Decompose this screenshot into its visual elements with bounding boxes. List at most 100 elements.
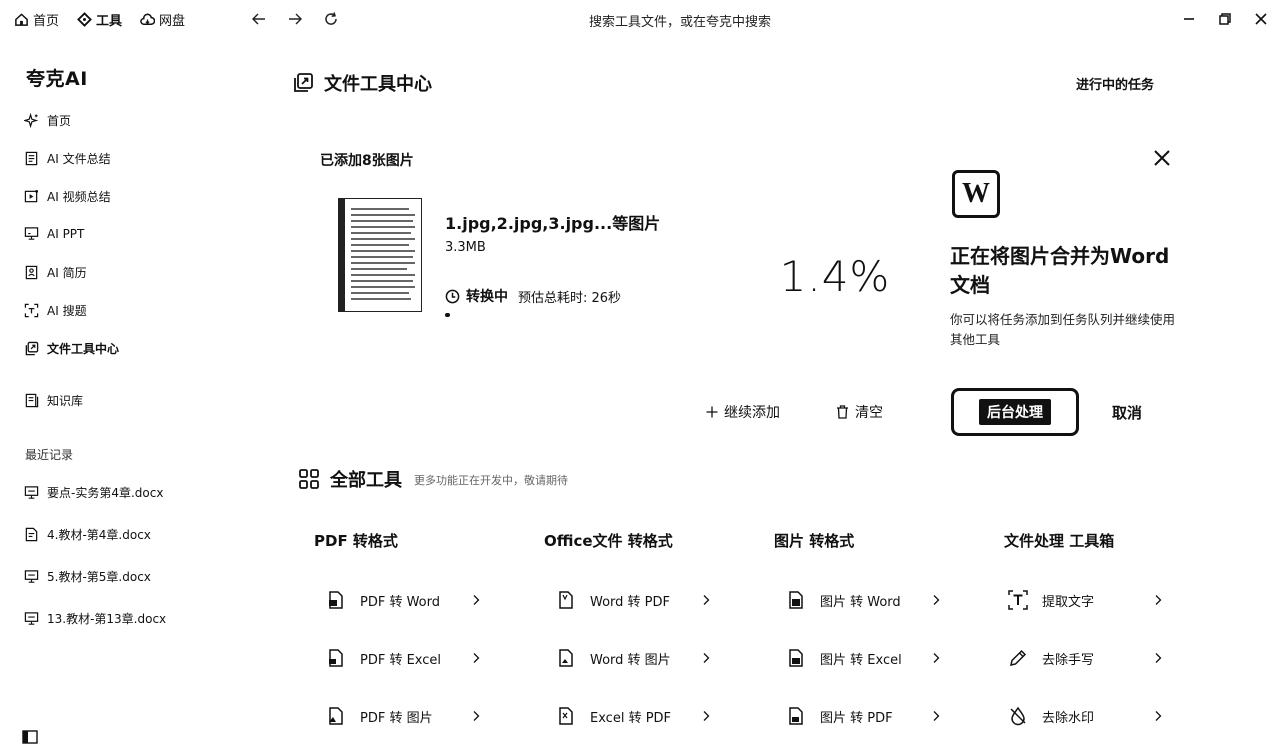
- recent-item-label: 5.教材-第5章.docx: [47, 570, 151, 584]
- grid-icon: [299, 469, 319, 489]
- arrow-right-icon: [289, 13, 302, 25]
- brand-title: 夸克AI: [26, 68, 88, 90]
- file-size: 3.3MB: [445, 240, 486, 255]
- tool-label: PDF 转 Excel: [360, 652, 442, 668]
- chevron-right-icon: [473, 653, 480, 663]
- conversion-status: 转换中 预估总耗时: 26秒: [445, 286, 621, 306]
- pdf-to-excel-icon: [329, 649, 343, 667]
- file-name: 1.jpg,2.jpg,3.jpg...等图片: [445, 214, 661, 233]
- recent-item-label: 要点-实务第4章.docx: [47, 486, 164, 500]
- top-nav-cloud[interactable]: 网盘: [140, 10, 185, 29]
- document-thumbnail: [338, 198, 422, 312]
- tool-excel-to-pdf[interactable]: Excel 转 PDF: [556, 706, 712, 726]
- clear-button[interactable]: 清空: [836, 402, 883, 422]
- tool-image-to-word[interactable]: 图片 转 Word: [786, 590, 942, 610]
- top-bar: 首页 工具 网盘 搜索工具文件，或在夸克中搜索: [0, 0, 1280, 40]
- refresh-icon: [325, 12, 337, 25]
- refresh-button[interactable]: [322, 10, 340, 28]
- tool-image-to-pdf[interactable]: 图片 转 PDF: [786, 706, 942, 726]
- file-tools-icon: [25, 341, 39, 356]
- tool-word-to-image[interactable]: Word 转 图片: [556, 648, 712, 668]
- tool-extract-text[interactable]: 提取文字: [1008, 590, 1164, 610]
- presentation-file-icon: [24, 486, 39, 499]
- sidebar-item-ai-resume-label: AI 简历: [47, 266, 87, 280]
- document-file-icon: [25, 527, 38, 542]
- search-input[interactable]: 搜索工具文件，或在夸克中搜索: [540, 11, 820, 30]
- add-more-label: 继续添加: [724, 405, 780, 421]
- cancel-button[interactable]: 取消: [1112, 402, 1142, 423]
- recent-item[interactable]: 5.教材-第5章.docx: [24, 568, 151, 585]
- word-to-image-icon: [559, 649, 573, 667]
- eta-text: 预估总耗时: 26秒: [518, 290, 622, 306]
- image-to-word-icon: [789, 591, 803, 609]
- remove-handwriting-icon: [1010, 649, 1027, 666]
- top-nav-tools-label: 工具: [96, 14, 123, 29]
- chevron-right-icon: [933, 595, 940, 605]
- top-nav-cloud-label: 网盘: [159, 14, 186, 29]
- tool-pdf-to-image[interactable]: PDF 转 图片: [326, 706, 482, 726]
- sidebar-item-ai-resume[interactable]: AI 简历: [24, 264, 87, 281]
- sidebar-item-home[interactable]: 首页: [24, 112, 71, 129]
- clear-label: 清空: [855, 405, 883, 421]
- top-nav-home[interactable]: 首页: [14, 10, 59, 29]
- sidebar-item-file-tools[interactable]: 文件工具中心: [24, 340, 119, 357]
- sidebar-item-file-tools-label: 文件工具中心: [47, 342, 120, 356]
- tool-remove-handwriting[interactable]: 去除手写: [1008, 648, 1164, 668]
- window-controls: [1182, 12, 1268, 26]
- tools-icon: [77, 12, 92, 27]
- all-tools-heading: 全部工具: [298, 466, 402, 492]
- chevron-right-icon: [1155, 711, 1162, 721]
- in-progress-tasks-link[interactable]: 进行中的任务: [1076, 74, 1154, 93]
- cloud-icon: [140, 13, 156, 25]
- image-to-pdf-icon: [789, 707, 803, 725]
- plus-icon: [706, 406, 718, 418]
- tool-label: Word 转 PDF: [590, 594, 671, 610]
- sidebar-item-ai-video-summary[interactable]: AI 视频总结: [24, 188, 111, 205]
- recent-item[interactable]: 4.教材-第4章.docx: [24, 526, 151, 543]
- all-tools-title: 全部工具: [330, 470, 402, 491]
- background-process-button[interactable]: 后台处理: [951, 388, 1079, 436]
- collapse-sidebar-icon[interactable]: [22, 730, 38, 744]
- forward-button[interactable]: [286, 10, 304, 28]
- recent-item-label: 13.教材-第13章.docx: [47, 612, 167, 626]
- close-icon[interactable]: [1152, 148, 1172, 168]
- history-nav: [250, 10, 340, 28]
- home-icon: [15, 13, 28, 26]
- tool-label: 去除水印: [1042, 710, 1095, 726]
- sidebar: 夸克AI 首页 AI 文件总结 AI 视频总结 AI PPT AI 简历 AI …: [0, 40, 250, 756]
- tool-label: Word 转 图片: [590, 652, 671, 668]
- tool-label: 图片 转 Excel: [820, 652, 902, 668]
- tool-label: 去除手写: [1042, 652, 1095, 668]
- sidebar-item-ai-ppt[interactable]: AI PPT: [24, 226, 84, 241]
- recent-records-title: 最近记录: [25, 448, 74, 462]
- maximize-button[interactable]: [1218, 12, 1232, 26]
- progress-percent: 1.4%: [779, 252, 891, 301]
- minimize-button[interactable]: [1182, 12, 1196, 26]
- add-more-button[interactable]: 继续添加: [706, 402, 780, 422]
- back-button[interactable]: [250, 10, 268, 28]
- word-to-pdf-icon: [559, 591, 573, 609]
- close-window-button[interactable]: [1254, 12, 1268, 26]
- chevron-right-icon: [1155, 595, 1162, 605]
- tool-pdf-to-word[interactable]: PDF 转 Word: [326, 590, 482, 610]
- recent-item[interactable]: 13.教材-第13章.docx: [24, 610, 166, 627]
- sidebar-item-knowledge-base[interactable]: 知识库: [24, 392, 83, 409]
- sidebar-item-ai-file-summary-label: AI 文件总结: [47, 152, 111, 166]
- all-tools-subtitle: 更多功能正在开发中，敬请期待: [414, 474, 568, 487]
- recent-item[interactable]: 要点-实务第4章.docx: [24, 484, 163, 501]
- close-icon: [1255, 13, 1267, 25]
- tool-pdf-to-excel[interactable]: PDF 转 Excel: [326, 648, 482, 668]
- sidebar-item-home-label: 首页: [47, 114, 72, 128]
- tool-image-to-excel[interactable]: 图片 转 Excel: [786, 648, 942, 668]
- tool-label: PDF 转 Word: [360, 594, 441, 610]
- sidebar-item-ai-search-question[interactable]: AI 搜题: [24, 302, 87, 319]
- sidebar-item-ai-file-summary[interactable]: AI 文件总结: [24, 150, 111, 167]
- tool-column-title-toolbox: 文件处理 工具箱: [1004, 532, 1115, 550]
- top-nav-tools[interactable]: 工具: [77, 10, 122, 29]
- added-images-label: 已添加8张图片: [320, 153, 414, 169]
- chevron-right-icon: [473, 711, 480, 721]
- tool-word-to-pdf[interactable]: Word 转 PDF: [556, 590, 712, 610]
- tool-remove-watermark[interactable]: 去除水印: [1008, 706, 1164, 726]
- progress-fill: [445, 313, 450, 317]
- arrow-left-icon: [252, 13, 265, 25]
